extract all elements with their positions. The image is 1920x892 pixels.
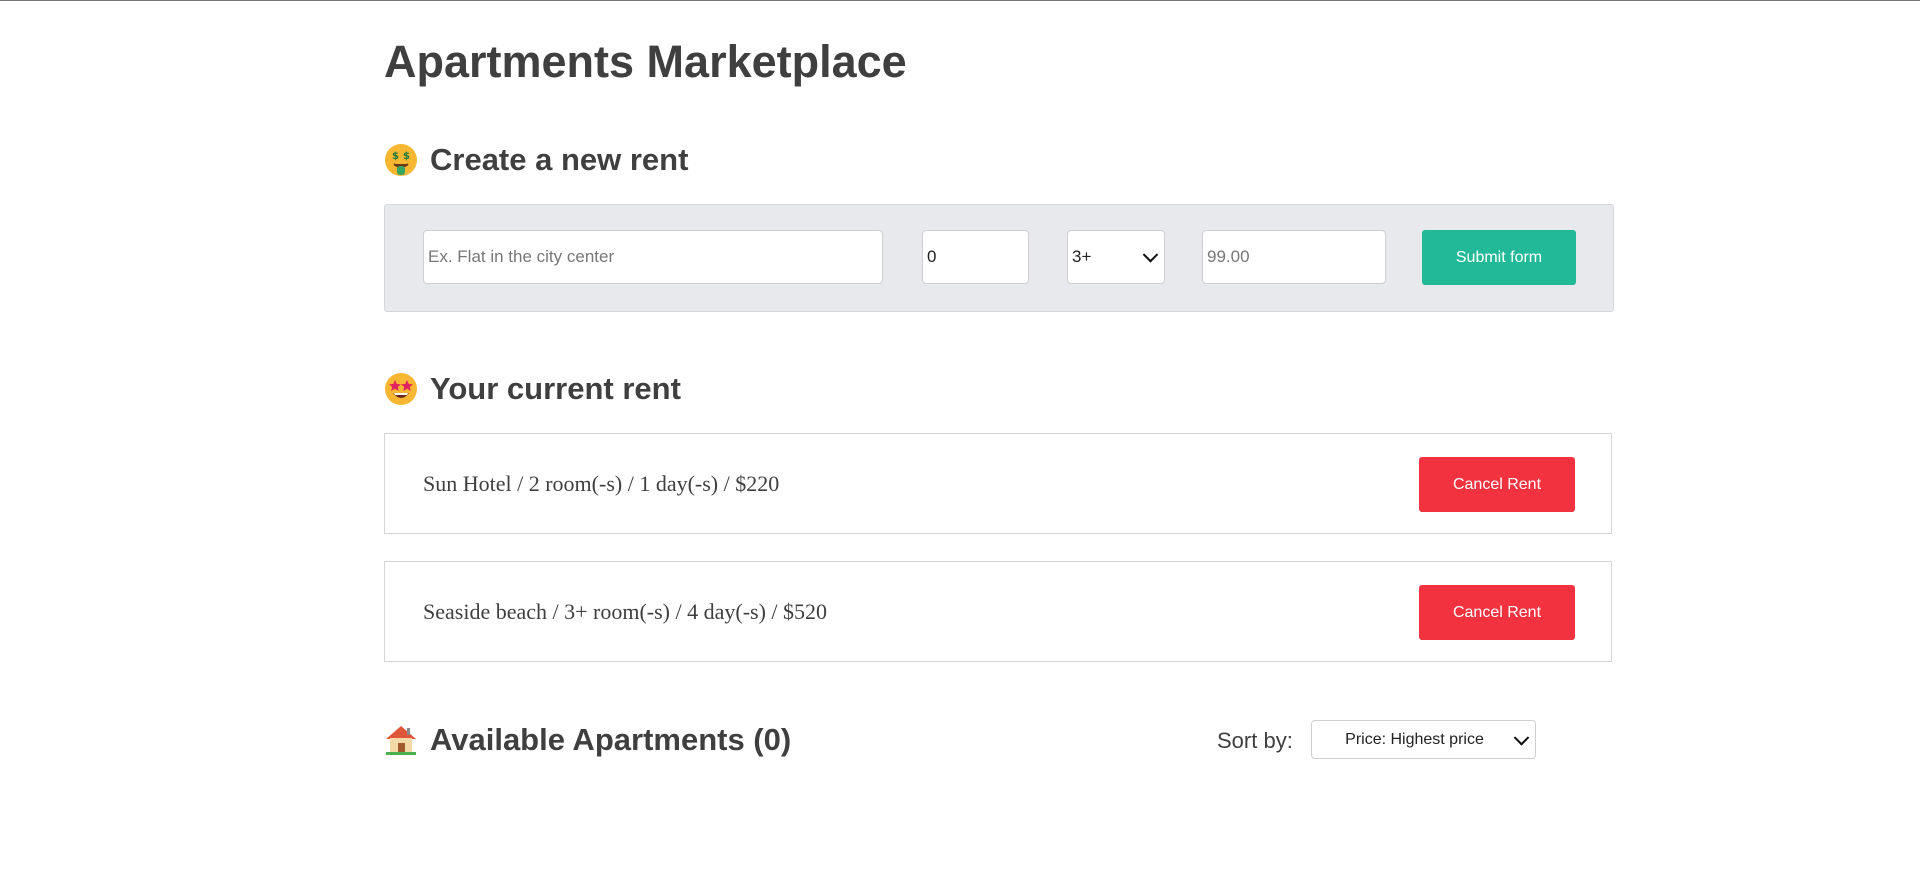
available-apartments-heading: Available Apartments (0) (384, 722, 791, 758)
sort-select[interactable]: Price: Highest price (1311, 720, 1536, 759)
rent-item: Sun Hotel / 2 room(-s) / 1 day(-s) / $22… (384, 433, 1612, 534)
available-apartments-heading-text: Available Apartments (0) (430, 722, 792, 757)
create-rent-form: 3+ Submit form (384, 204, 1614, 312)
current-rent-heading-text: Your current rent (430, 371, 681, 406)
current-rent-heading: Your current rent (384, 371, 681, 407)
rent-rooms-select[interactable]: 3+ (1067, 230, 1165, 284)
rent-rooms-selected: 3+ (1072, 247, 1092, 266)
create-rent-heading-text: Create a new rent (430, 142, 689, 177)
page-title: Apartments Marketplace (384, 36, 907, 87)
svg-text:$: $ (392, 151, 399, 162)
house-icon (384, 723, 418, 757)
sort-selected: Price: Highest price (1345, 730, 1484, 748)
cancel-rent-button[interactable]: Cancel Rent (1419, 585, 1575, 640)
rent-name-input[interactable] (423, 230, 883, 284)
rent-item: Seaside beach / 3+ room(-s) / 4 day(-s) … (384, 561, 1612, 662)
chevron-down-icon (1142, 247, 1159, 263)
money-mouth-face-icon: $ $ (384, 143, 418, 177)
submit-form-button[interactable]: Submit form (1422, 230, 1576, 285)
svg-text:$: $ (403, 151, 410, 162)
sort-label: Sort by: (1217, 728, 1293, 753)
cancel-rent-button[interactable]: Cancel Rent (1419, 457, 1575, 512)
rent-item-text: Sun Hotel / 2 room(-s) / 1 day(-s) / $22… (423, 470, 780, 496)
top-border (0, 0, 1920, 1)
create-rent-heading: $ $ Create a new rent (384, 142, 688, 178)
rent-days-input[interactable] (922, 230, 1029, 284)
rent-item-text: Seaside beach / 3+ room(-s) / 4 day(-s) … (423, 598, 828, 624)
star-struck-face-icon (384, 372, 418, 406)
rent-price-input[interactable] (1202, 230, 1386, 284)
chevron-down-icon (1513, 729, 1530, 746)
